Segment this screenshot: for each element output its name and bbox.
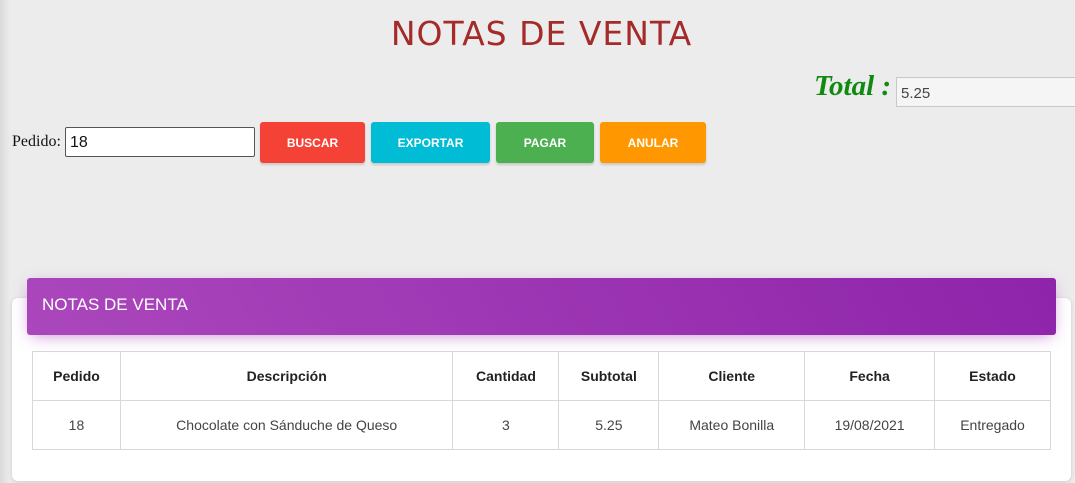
header-estado: Estado xyxy=(934,351,1051,401)
header-cantidad: Cantidad xyxy=(452,351,560,401)
buscar-button[interactable]: BUSCAR xyxy=(260,122,365,163)
pagar-button[interactable]: PAGAR xyxy=(496,122,594,163)
total-label: Total : xyxy=(814,70,892,102)
header-fecha: Fecha xyxy=(804,351,936,401)
page-title: NOTAS DE VENTA xyxy=(390,14,693,53)
cell-pedido: 18 xyxy=(32,400,121,450)
header-subtotal: Subtotal xyxy=(558,351,660,401)
cell-subtotal: 5.25 xyxy=(558,400,660,450)
table-header-row: Pedido Descripción Cantidad Subtotal Cli… xyxy=(32,351,1051,401)
cell-descripcion: Chocolate con Sánduche de Queso xyxy=(119,400,454,450)
card-header: NOTAS DE VENTA xyxy=(27,278,1056,335)
pedido-input[interactable] xyxy=(65,127,255,157)
left-edge-shadow xyxy=(0,0,10,483)
anular-button[interactable]: ANULAR xyxy=(600,122,706,163)
cell-cliente: Mateo Bonilla xyxy=(658,400,806,450)
total-field[interactable] xyxy=(896,77,1075,107)
cell-cantidad: 3 xyxy=(452,400,560,450)
header-descripcion: Descripción xyxy=(119,351,454,401)
exportar-button[interactable]: EXPORTAR xyxy=(371,122,490,163)
header-pedido: Pedido xyxy=(32,351,121,401)
notas-table: Pedido Descripción Cantidad Subtotal Cli… xyxy=(32,351,1051,450)
table-row[interactable]: 18 Chocolate con Sánduche de Queso 3 5.2… xyxy=(32,400,1051,450)
header-cliente: Cliente xyxy=(658,351,806,401)
pedido-label: Pedido: xyxy=(12,133,61,150)
cell-estado: Entregado xyxy=(934,400,1051,450)
cell-fecha: 19/08/2021 xyxy=(804,400,936,450)
